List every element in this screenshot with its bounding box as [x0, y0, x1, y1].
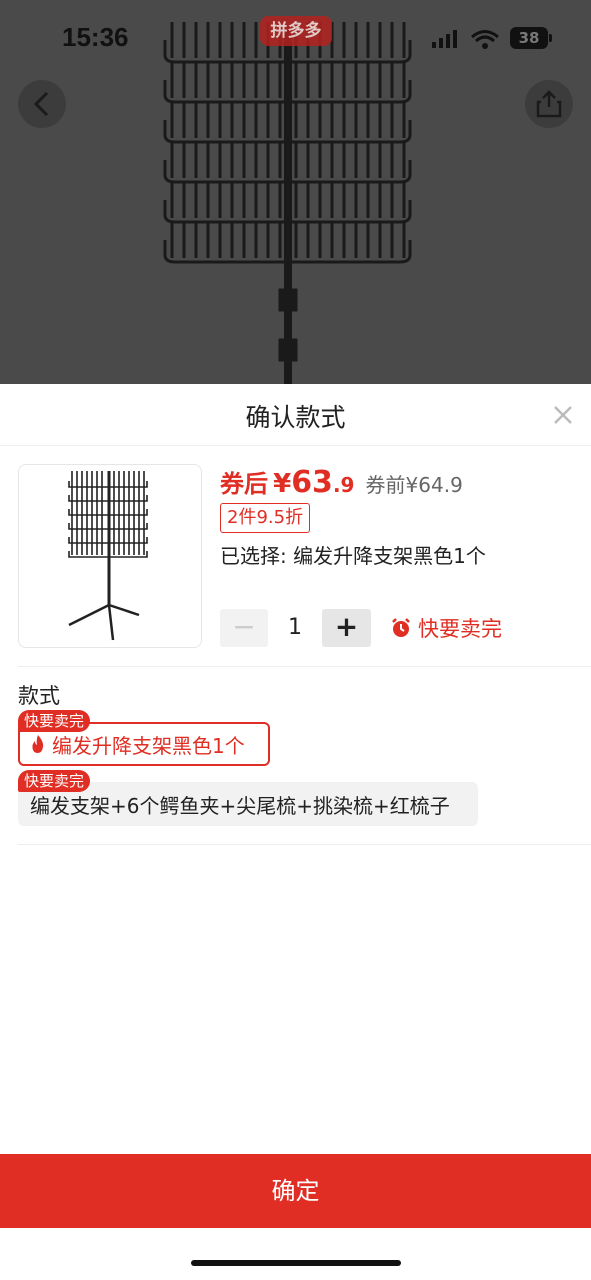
confirm-button[interactable]: 确定 [0, 1154, 591, 1228]
option-badge: 快要卖完 [18, 770, 91, 792]
option-badge: 快要卖完 [18, 710, 91, 732]
price-integer: 63 [291, 465, 333, 500]
sellout-text: 快要卖完 [418, 617, 502, 641]
style-section-label: 款式 [18, 684, 60, 708]
product-image-area: 15:36 拼多多 38 [0, 0, 591, 384]
divider [18, 666, 591, 667]
signal-wifi-icons [432, 30, 499, 49]
price-before-coupon: 券前¥64.9 [365, 473, 463, 497]
product-thumbnail [18, 464, 202, 648]
price-currency: ¥ [273, 469, 292, 499]
divider [18, 844, 591, 845]
status-time: 15:36 [62, 22, 129, 52]
sellout-indicator: 快要卖完 [390, 613, 502, 643]
sheet-title: 确认款式 [245, 403, 346, 432]
quantity-decrease-button[interactable]: − [220, 609, 268, 647]
alarm-clock-icon [392, 618, 410, 637]
pinduoduo-logo: 拼多多 [260, 16, 332, 46]
discount-tag: 2件9.5折 [220, 503, 311, 533]
share-icon [536, 90, 562, 118]
quantity-increase-button[interactable]: + [322, 609, 371, 647]
rack-thumbnail-image [68, 471, 148, 641]
chevron-left-icon [33, 91, 49, 117]
price-line: 券后 ¥63.9 券前¥64.9 [220, 464, 463, 500]
back-button[interactable] [18, 80, 66, 128]
flame-icon [32, 735, 44, 753]
price-prefix: 券后 [220, 470, 268, 498]
quantity-value: 1 [288, 615, 302, 640]
style-option-label: 编发支架+6个鳄鱼夹+尖尾梳+挑染梳+红梳子 [30, 793, 450, 818]
battery-icon: 38 [510, 27, 548, 49]
price-decimal: .9 [332, 473, 355, 497]
battery-tip [549, 34, 552, 42]
close-icon[interactable] [548, 400, 578, 430]
home-indicator [191, 1260, 401, 1266]
style-option[interactable]: 编发支架+6个鳄鱼夹+尖尾梳+挑染梳+红梳子 [18, 782, 478, 826]
style-option-label: 编发升降支架黑色1个 [52, 733, 245, 758]
sheet-header: 确认款式 [0, 384, 591, 446]
share-button[interactable] [525, 80, 573, 128]
status-bar: 15:36 拼多多 38 [0, 0, 591, 80]
selected-summary: 已选择: 编发升降支架黑色1个 [220, 544, 486, 568]
confirm-style-sheet: 确认款式 券后 ¥63.9 券前¥64.9 2件9.5折 已选择: 编发升降支架… [0, 384, 591, 1280]
